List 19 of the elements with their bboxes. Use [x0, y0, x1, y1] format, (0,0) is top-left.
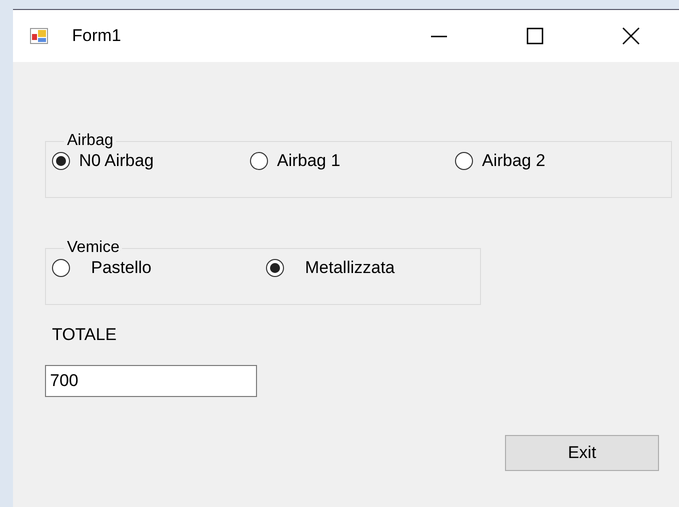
- radio-label[interactable]: Airbag 1: [277, 151, 340, 171]
- exit-button[interactable]: Exit: [505, 435, 659, 471]
- radio-button[interactable]: [52, 259, 70, 277]
- total-label: TOTALE: [52, 325, 118, 345]
- radio-button[interactable]: [250, 152, 268, 170]
- window-title: Form1: [72, 26, 122, 46]
- total-field[interactable]: 700: [45, 365, 257, 397]
- radio-label[interactable]: Airbag 2: [482, 151, 546, 171]
- group-title: Airbag: [66, 132, 114, 150]
- radio-label[interactable]: Metallizzata: [305, 258, 395, 278]
- close-icon[interactable]: [622, 27, 640, 45]
- radio-label[interactable]: Pastello: [91, 258, 152, 278]
- group-title: Vemice: [66, 239, 120, 257]
- radio-label[interactable]: N0 Airbag: [79, 151, 154, 171]
- app-icon: [30, 28, 48, 44]
- radio-button[interactable]: [52, 152, 70, 170]
- radio-button[interactable]: [266, 259, 284, 277]
- maximize-icon[interactable]: [526, 27, 544, 45]
- radio-button[interactable]: [455, 152, 473, 170]
